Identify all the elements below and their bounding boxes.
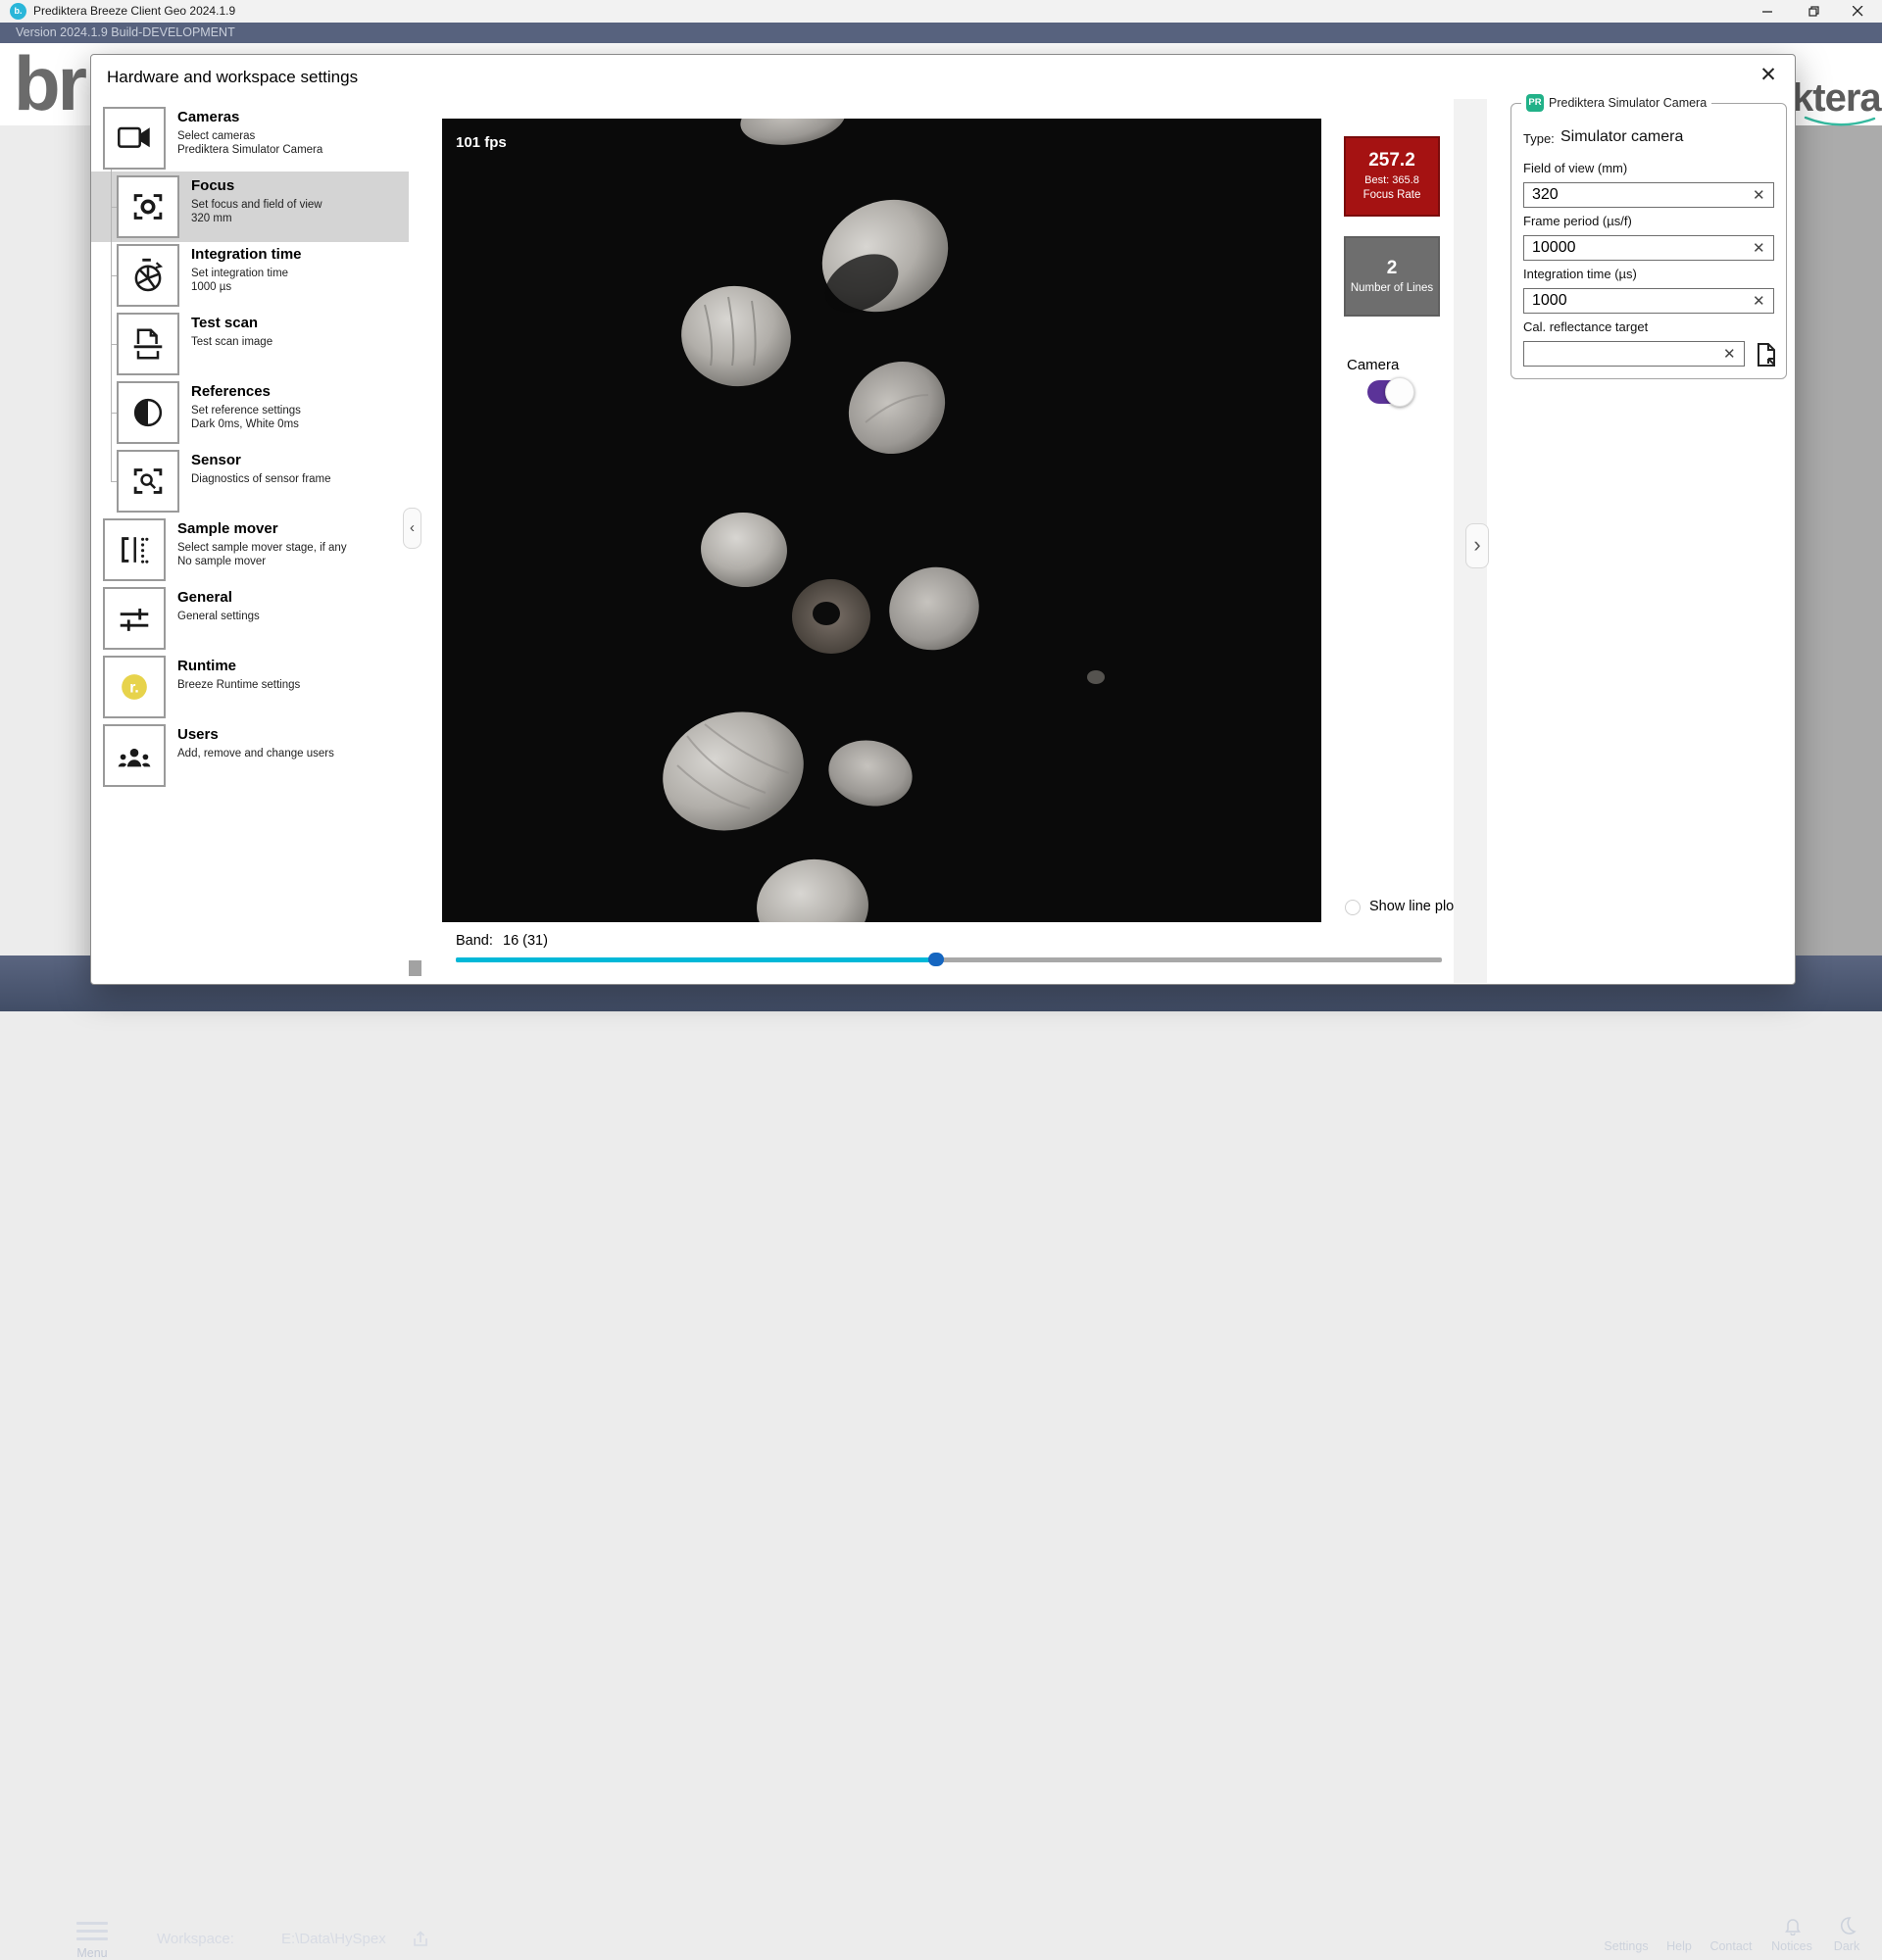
lines-label: Number of Lines bbox=[1346, 282, 1438, 294]
focus-rate-value: 257.2 bbox=[1346, 150, 1438, 172]
close-icon bbox=[1853, 6, 1863, 17]
type-label: Type: bbox=[1523, 131, 1555, 146]
frame-period-input[interactable] bbox=[1523, 235, 1774, 261]
camera-toggle-label: Camera bbox=[1347, 357, 1399, 373]
focus-icon bbox=[117, 175, 179, 238]
close-icon: ✕ bbox=[1759, 64, 1777, 86]
fps-overlay: 101 fps bbox=[456, 134, 507, 151]
logo-swoosh-icon bbox=[1804, 116, 1876, 129]
focus-rate-best: Best: 365.8 bbox=[1346, 174, 1438, 186]
users-icon bbox=[103, 724, 166, 787]
moon-icon[interactable] bbox=[1837, 1916, 1857, 1936]
prediktera-logo-fragment: ktera. bbox=[1792, 76, 1882, 121]
clear-icon[interactable]: ✕ bbox=[1753, 239, 1765, 257]
show-line-plot-radio[interactable] bbox=[1345, 900, 1361, 915]
version-text: Version 2024.1.9 Build-DEVELOPMENT bbox=[16, 25, 235, 39]
band-slider[interactable] bbox=[456, 957, 1442, 962]
version-bar: Version 2024.1.9 Build-DEVELOPMENT bbox=[0, 23, 1882, 43]
workspace-path[interactable]: E:\Data\HySpex bbox=[281, 1931, 386, 1947]
minimize-button[interactable] bbox=[1755, 0, 1780, 23]
toggle-knob bbox=[1385, 377, 1414, 407]
sample-mover-icon bbox=[103, 518, 166, 581]
camera-feed-image bbox=[442, 119, 1321, 922]
clear-icon[interactable]: ✕ bbox=[1753, 292, 1765, 310]
video-camera-icon bbox=[103, 107, 166, 170]
browse-file-button[interactable] bbox=[1753, 341, 1780, 368]
camera-preview: 101 fps bbox=[442, 119, 1321, 922]
dialog-title: Hardware and workspace settings bbox=[107, 68, 358, 87]
lines-value: 2 bbox=[1346, 258, 1438, 279]
cal-reflectance-label: Cal. reflectance target bbox=[1523, 319, 1648, 334]
tree-connector bbox=[111, 170, 112, 481]
minimize-icon bbox=[1762, 6, 1773, 17]
type-value: Simulator camera bbox=[1560, 128, 1683, 146]
cal-reflectance-input[interactable] bbox=[1523, 341, 1745, 367]
dark-mode-button[interactable]: Dark bbox=[1825, 1939, 1868, 1953]
settings-button[interactable]: Settings bbox=[1596, 1939, 1657, 1953]
clear-icon[interactable]: ✕ bbox=[1753, 186, 1765, 204]
panel-legend: PR Prediktera Simulator Camera bbox=[1521, 94, 1711, 112]
band-value: 16 (31) bbox=[503, 933, 548, 949]
file-open-icon bbox=[1753, 341, 1780, 368]
chevron-left-icon: ‹ bbox=[410, 519, 415, 536]
menu-label: Menu bbox=[65, 1946, 120, 1960]
focus-rate-box: 257.2 Best: 365.8 Focus Rate bbox=[1344, 136, 1440, 217]
camera-settings-panel: PR Prediktera Simulator Camera Type: Sim… bbox=[1511, 103, 1787, 379]
pr-badge: PR bbox=[1526, 94, 1544, 112]
focus-rate-label: Focus Rate bbox=[1346, 189, 1438, 201]
workspace-label: Workspace: bbox=[157, 1931, 234, 1947]
breeze-logo-fragment: br bbox=[14, 39, 84, 128]
window-title: Prediktera Breeze Client Geo 2024.1.9 bbox=[33, 4, 235, 18]
panel-legend-text: Prediktera Simulator Camera bbox=[1549, 96, 1707, 110]
sensor-search-icon bbox=[117, 450, 179, 513]
screen: b. Prediktera Breeze Client Geo 2024.1.9… bbox=[0, 0, 1882, 1011]
clear-icon[interactable]: ✕ bbox=[1723, 345, 1736, 363]
field-of-view-label: Field of view (mm) bbox=[1523, 161, 1627, 175]
integration-time-input[interactable] bbox=[1523, 288, 1774, 314]
band-slider-thumb[interactable] bbox=[928, 953, 944, 966]
chevron-right-icon: › bbox=[1473, 532, 1480, 557]
integration-time-label: Integration time (µs) bbox=[1523, 267, 1637, 281]
help-button[interactable]: Help bbox=[1659, 1939, 1700, 1953]
runtime-icon: r. bbox=[103, 656, 166, 718]
collapse-sidebar-tab[interactable]: ‹ bbox=[403, 508, 421, 549]
number-of-lines-box: 2 Number of Lines bbox=[1344, 236, 1440, 317]
collapse-panel-tab[interactable]: › bbox=[1465, 523, 1489, 568]
band-slider-fill bbox=[456, 957, 936, 962]
menu-button[interactable] bbox=[76, 1922, 108, 1941]
band-label: Band: bbox=[456, 933, 493, 949]
frame-period-label: Frame period (µs/f) bbox=[1523, 214, 1632, 228]
field-of-view-input[interactable] bbox=[1523, 182, 1774, 208]
sidebar-scrollbar-thumb[interactable] bbox=[409, 960, 421, 976]
aperture-icon bbox=[117, 244, 179, 307]
maximize-button[interactable] bbox=[1802, 0, 1827, 23]
notices-button[interactable]: Notices bbox=[1764, 1939, 1819, 1953]
dialog-close-button[interactable]: ✕ bbox=[1756, 63, 1781, 88]
svg-text:r.: r. bbox=[129, 680, 139, 697]
bell-icon[interactable] bbox=[1784, 1916, 1802, 1936]
close-window-button[interactable] bbox=[1845, 0, 1870, 23]
window-titlebar: b. Prediktera Breeze Client Geo 2024.1.9 bbox=[0, 0, 1882, 23]
contrast-icon bbox=[117, 381, 179, 444]
app-logo-icon: b. bbox=[10, 3, 26, 20]
hardware-settings-dialog: Hardware and workspace settings ✕ Camera… bbox=[90, 54, 1796, 985]
contact-button[interactable]: Contact bbox=[1704, 1939, 1758, 1953]
scan-document-icon bbox=[117, 313, 179, 375]
camera-toggle[interactable] bbox=[1367, 380, 1412, 404]
show-line-plot-label: Show line plot bbox=[1369, 899, 1458, 914]
sliders-icon bbox=[103, 587, 166, 650]
restore-icon bbox=[1808, 6, 1820, 18]
open-workspace-icon[interactable] bbox=[412, 1931, 429, 1948]
